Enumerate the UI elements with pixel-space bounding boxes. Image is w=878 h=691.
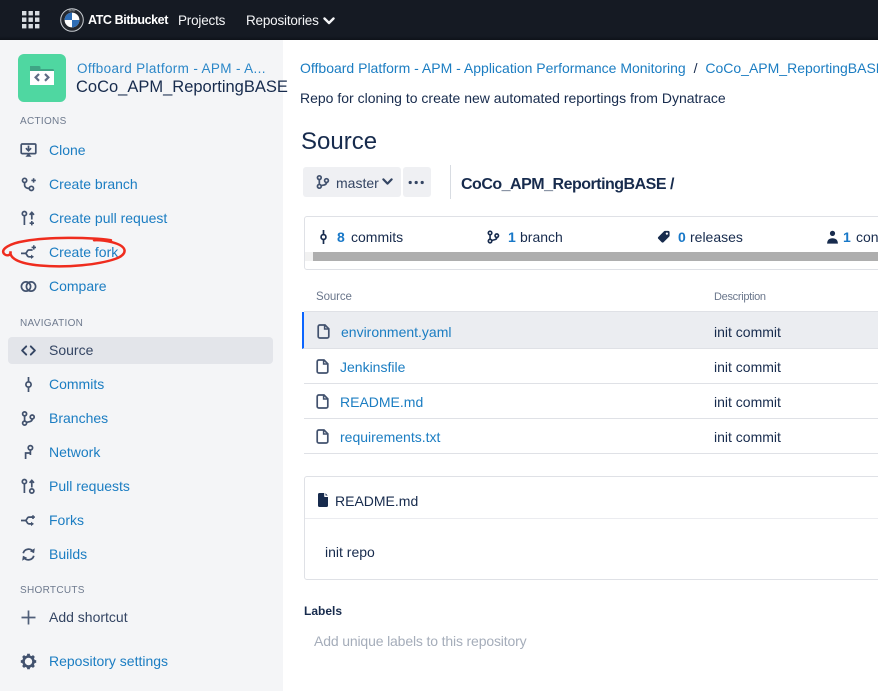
svg-text:BMW: BMW [69,9,76,13]
